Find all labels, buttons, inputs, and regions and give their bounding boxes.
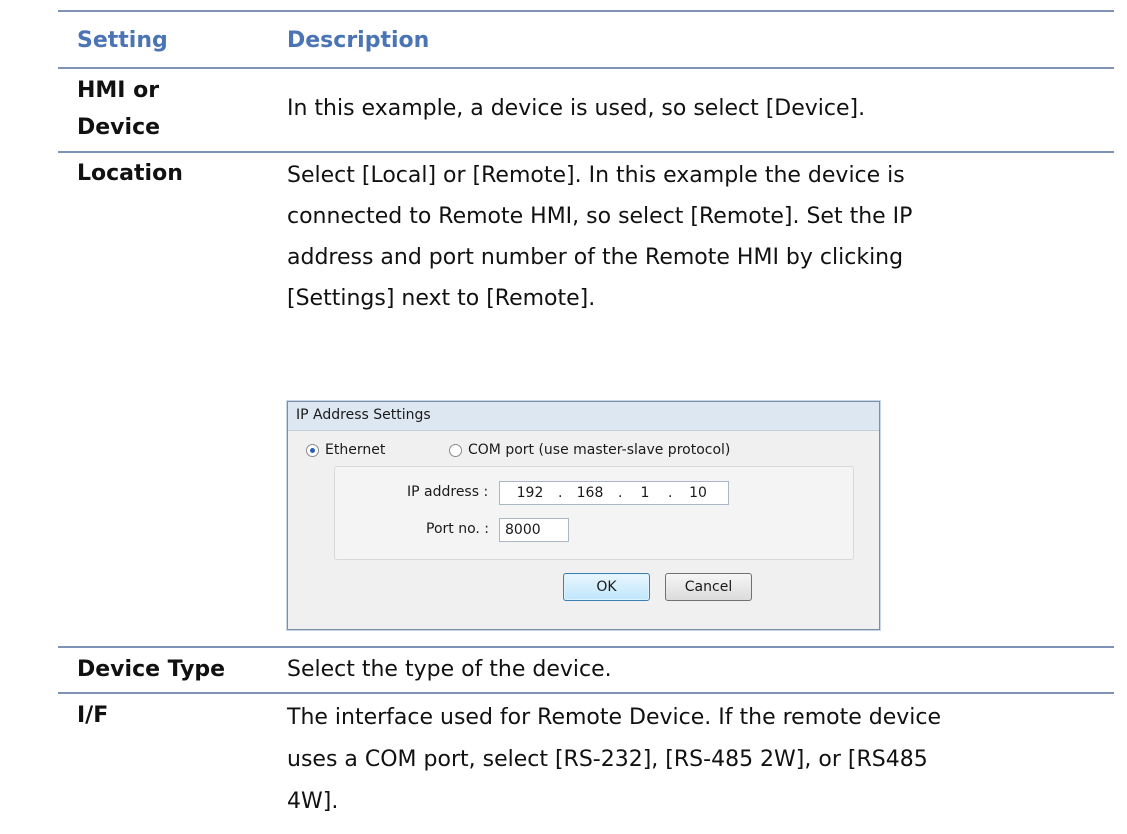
ip-octet-4: 10 bbox=[689, 485, 707, 501]
radio-com-port[interactable]: COM port (use master-slave protocol) bbox=[449, 442, 730, 458]
ip-address-label: IP address : bbox=[407, 484, 489, 500]
setting-i-f: I/F bbox=[77, 703, 109, 728]
port-no-field[interactable]: 8000 bbox=[499, 518, 569, 542]
row-rule-2 bbox=[58, 646, 1114, 648]
radio-unselected-icon bbox=[449, 443, 462, 457]
header-rule bbox=[58, 67, 1114, 69]
row-rule-3 bbox=[58, 692, 1114, 694]
port-no-value: 8000 bbox=[505, 522, 541, 538]
setting-location: Location bbox=[77, 161, 183, 186]
setting-device-type: Device Type bbox=[77, 657, 226, 682]
ip-octet-1: 192 bbox=[516, 485, 544, 501]
table-top-rule bbox=[58, 10, 1114, 12]
setting-hmi-or-device: HMI or Device bbox=[77, 78, 161, 140]
radio-com-port-label: COM port (use master-slave protocol) bbox=[468, 442, 731, 458]
radio-ethernet-label: Ethernet bbox=[325, 442, 386, 458]
ip-address-settings-dialog: IP Address Settings Ethernet COM port (u… bbox=[287, 401, 880, 630]
description-i-f: The interface used for Remote Device. If… bbox=[287, 705, 941, 814]
description-location: Select [Local] or [Remote]. In this exam… bbox=[287, 163, 913, 311]
cancel-button[interactable]: Cancel bbox=[665, 573, 752, 601]
ip-dot: . bbox=[558, 485, 563, 501]
ethernet-settings-group: IP address : 192 . 168 . 1 . 10 Port no.… bbox=[334, 466, 854, 560]
column-header-description: Description bbox=[287, 28, 430, 53]
ip-octet-3: 1 bbox=[640, 485, 650, 501]
ok-button[interactable]: OK bbox=[563, 573, 650, 601]
dialog-title-bar: IP Address Settings bbox=[288, 402, 879, 431]
ip-dot: . bbox=[618, 485, 623, 501]
radio-ethernet[interactable]: Ethernet bbox=[306, 442, 385, 458]
port-no-label: Port no. : bbox=[426, 521, 490, 537]
ip-address-field[interactable]: 192 . 168 . 1 . 10 bbox=[499, 481, 729, 505]
ip-dot: . bbox=[668, 485, 673, 501]
dialog-title: IP Address Settings bbox=[296, 407, 431, 423]
ip-octet-2: 168 bbox=[576, 485, 604, 501]
column-header-setting: Setting bbox=[77, 28, 168, 53]
description-device-type: Select the type of the device. bbox=[287, 657, 612, 682]
description-hmi-or-device: In this example, a device is used, so se… bbox=[287, 96, 866, 121]
row-rule-1 bbox=[58, 151, 1114, 153]
radio-selected-icon bbox=[306, 443, 319, 457]
